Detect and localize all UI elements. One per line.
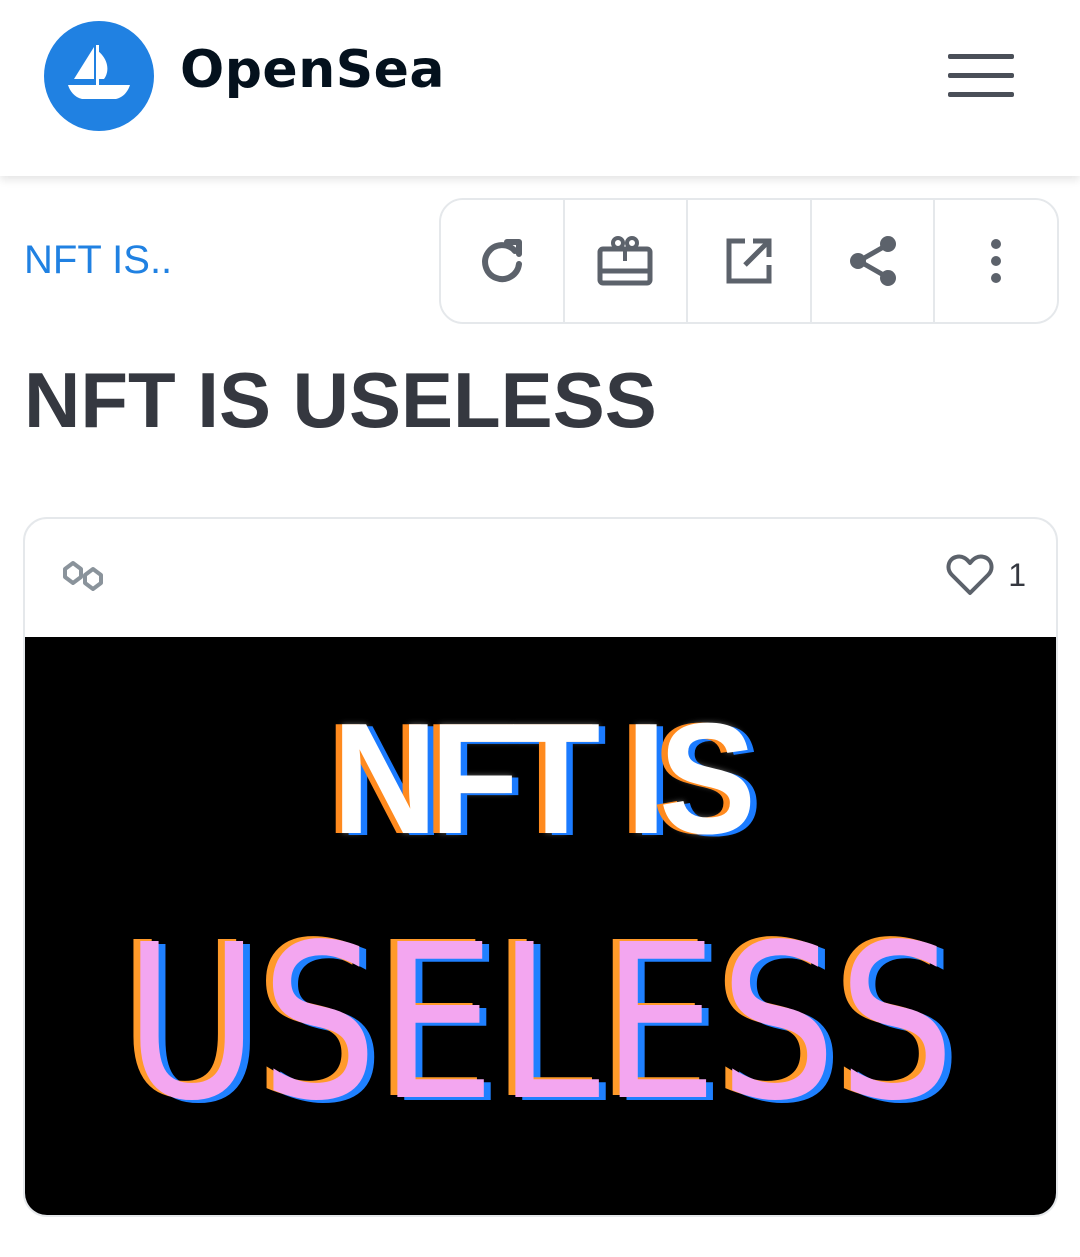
- share-button[interactable]: [811, 200, 936, 322]
- external-link-icon: [726, 238, 772, 284]
- more-options-button[interactable]: [935, 200, 1057, 322]
- transfer-button[interactable]: [564, 200, 689, 322]
- artwork-text-line2: USELESS: [124, 899, 957, 1148]
- opensea-logo-icon[interactable]: [44, 21, 154, 131]
- item-actions-toolbar: [439, 198, 1059, 324]
- ship-icon: [68, 45, 130, 99]
- item-title: NFT IS USELESS: [24, 356, 657, 444]
- refresh-button[interactable]: [441, 200, 565, 322]
- brand-name[interactable]: OpenSea: [180, 40, 445, 100]
- hamburger-menu-icon[interactable]: [944, 50, 1020, 102]
- artwork-text-line1: NFT IS: [332, 691, 755, 867]
- nft-artwork-image[interactable]: NFT IS USELESS: [25, 637, 1056, 1215]
- heart-icon: [946, 554, 994, 595]
- card-header: 1: [25, 519, 1056, 637]
- polygon-chain-icon: [63, 561, 103, 591]
- more-vertical-icon: [991, 239, 1002, 283]
- refresh-icon: [481, 239, 522, 283]
- share-icon: [849, 236, 896, 286]
- favorite-button[interactable]: 1: [946, 553, 1026, 597]
- open-external-button[interactable]: [688, 200, 812, 322]
- top-navbar: OpenSea: [0, 0, 1080, 176]
- favorites-count: 1: [1008, 556, 1026, 593]
- collection-link[interactable]: NFT IS..: [24, 238, 172, 283]
- item-card: 1 NFT IS USELESS: [23, 517, 1058, 1217]
- gift-icon: [597, 236, 653, 286]
